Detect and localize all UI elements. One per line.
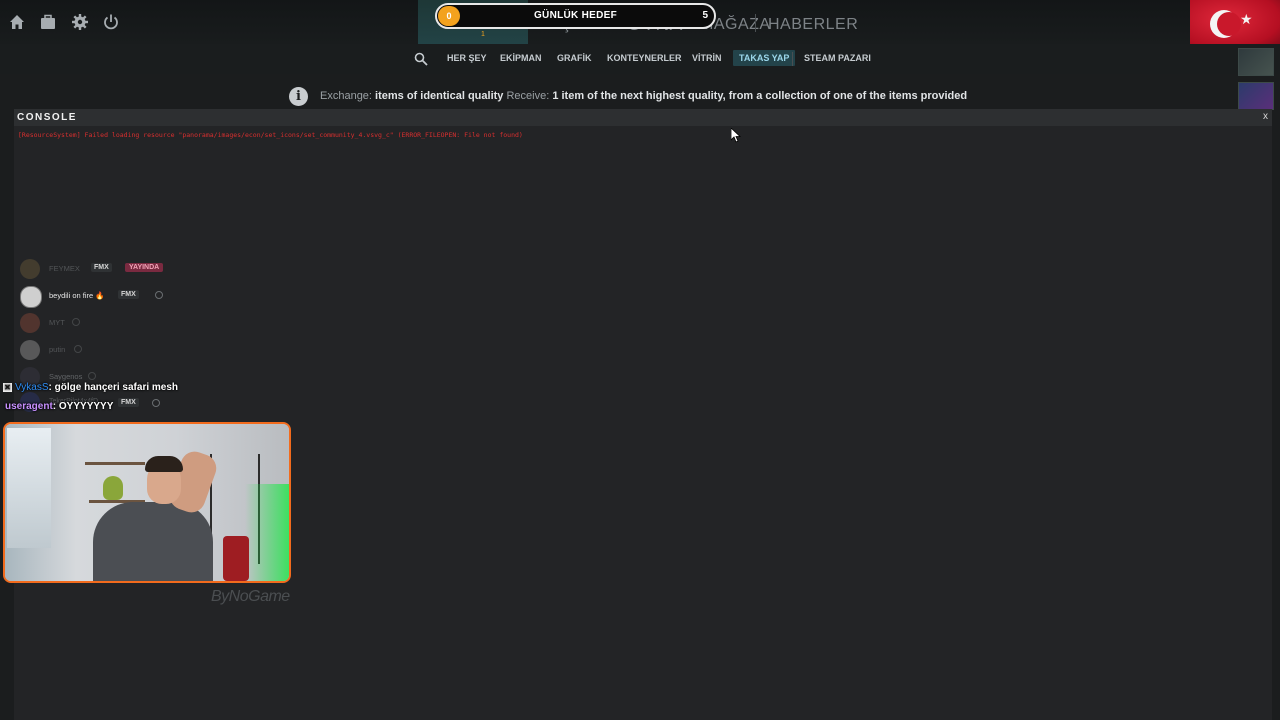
subnav-divider (792, 52, 793, 66)
viewer-name: MYT (49, 318, 65, 327)
webcam-chair (223, 536, 249, 581)
trade-up-info: i Exchange: items of identical quality R… (0, 82, 1280, 110)
nav-divider (755, 14, 756, 32)
webcam-person-hair (145, 456, 183, 472)
search-icon[interactable] (414, 52, 428, 66)
chat-username: VykasS (15, 382, 49, 393)
avatar (20, 259, 40, 279)
info-receive-label: Receive: (503, 90, 553, 102)
console-error-line: [ResourceSystem] Failed loading resource… (18, 131, 523, 139)
viewer-row: MYT (18, 311, 218, 338)
tab-showcase[interactable]: VİTRİN (692, 53, 722, 63)
avatar (20, 313, 40, 333)
eye-icon (74, 345, 82, 353)
store-subnav: HER ŞEY EKİPMAN GRAFİK KONTEYNERLER VİTR… (0, 44, 1280, 74)
chat-message: ✕ VykasS: gölge hançeri safari mesh (3, 382, 303, 401)
gear-icon[interactable] (71, 13, 89, 31)
turkey-flag-overlay: ★ (1190, 0, 1280, 48)
viewer-row: beydili on fire 🔥 FMX (18, 284, 218, 311)
home-icon[interactable] (8, 13, 26, 31)
viewer-tag: FMX (118, 290, 139, 299)
trade-up-description: Exchange: items of identical quality Rec… (320, 90, 967, 102)
chat-text: : gölge hançeri safari mesh (48, 382, 179, 393)
console-header[interactable]: CONSOLE x (14, 109, 1272, 126)
chat-message: useragent: OYYYYYYY (3, 401, 303, 420)
flag-crescent-cut (1217, 12, 1241, 36)
webcam-shelf (85, 462, 145, 465)
viewer-name: Saygenos (49, 372, 83, 381)
webcam-green-light (245, 484, 289, 581)
eye-icon (88, 372, 96, 380)
thumbnail[interactable] (1238, 48, 1274, 76)
chat-username: useragent (5, 401, 53, 412)
close-icon: ✕ (3, 383, 12, 392)
info-receive-value: 1 item of the next highest quality, from… (552, 90, 968, 102)
tab-trade-up[interactable]: TAKAS YAP (733, 50, 796, 66)
tab-graphics[interactable]: GRAFİK (557, 53, 592, 63)
brand-watermark: ByNoGame (211, 588, 290, 605)
inventory-badge: 1 (481, 31, 485, 38)
webcam-window (7, 428, 51, 548)
stream-chat: ✕ VykasS: gölge hançeri safari mesh usera… (3, 382, 303, 420)
webcam-overlay (3, 422, 291, 583)
top-bar: ENVANTER TEÇHİZAT OYNA MAĞAZA HABERLER 1… (0, 0, 1280, 48)
info-exchange-value: items of identical quality (375, 90, 504, 102)
webcam-person-body (93, 502, 213, 581)
console-close-button[interactable]: x (1263, 111, 1268, 122)
viewer-name: beydili on fire 🔥 (49, 291, 105, 300)
avatar (20, 340, 40, 360)
viewer-row: FEYMEX FMX YAYINDA (18, 257, 218, 284)
goal-target: 5 (702, 10, 708, 21)
info-icon: i (289, 87, 308, 106)
viewer-name: putin (49, 345, 66, 354)
briefcase-icon[interactable] (39, 13, 57, 31)
viewer-tag: FMX (91, 263, 112, 272)
console-title: CONSOLE (17, 112, 77, 123)
power-icon[interactable] (102, 13, 120, 31)
viewer-list: FEYMEX FMX YAYINDA beydili on fire 🔥 FMX… (18, 257, 218, 392)
nav-news[interactable]: HABERLER (768, 16, 858, 34)
flag-star-icon: ★ (1240, 11, 1253, 27)
chat-text: : OYYYYYYY (52, 401, 114, 412)
viewer-row: putin (18, 338, 218, 365)
webcam-figure (103, 476, 123, 500)
live-badge: YAYINDA (125, 263, 164, 272)
tab-steam-market[interactable]: STEAM PAZARI (804, 53, 871, 63)
goal-label: GÜNLÜK HEDEF (533, 10, 618, 21)
daily-goal-bar[interactable]: 0 GÜNLÜK HEDEF 5 (435, 3, 716, 29)
eye-icon (72, 318, 80, 326)
tab-all[interactable]: HER ŞEY (447, 53, 487, 63)
avatar (20, 286, 42, 308)
mouse-cursor-icon (731, 128, 741, 143)
tab-equipment[interactable]: EKİPMAN (500, 53, 542, 63)
viewer-name: FEYMEX (49, 264, 80, 273)
info-exchange-label: Exchange: (320, 90, 376, 102)
eye-icon (155, 291, 163, 299)
tab-containers[interactable]: KONTEYNERLER (607, 53, 682, 63)
